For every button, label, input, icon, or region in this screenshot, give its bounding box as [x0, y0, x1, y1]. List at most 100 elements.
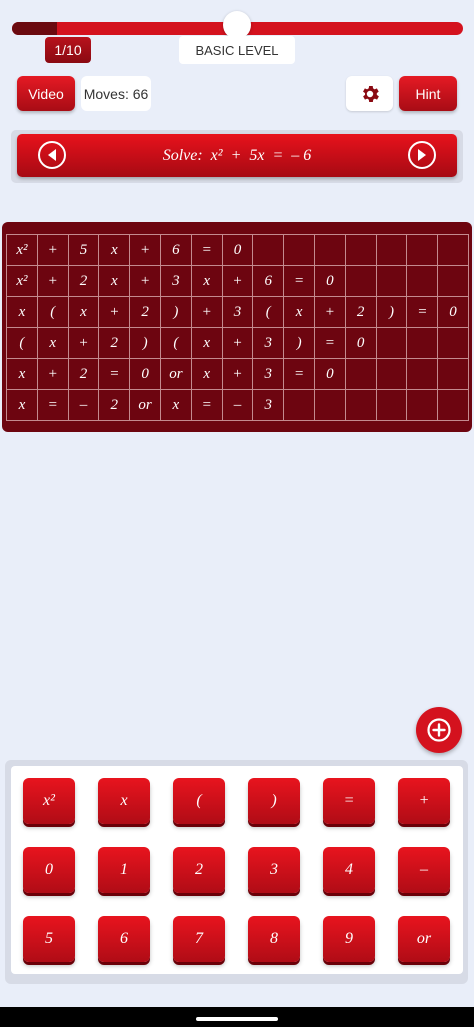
keypad-key[interactable]: + [398, 778, 450, 824]
grid-cell[interactable]: x [284, 297, 315, 328]
grid-cell[interactable]: x [68, 297, 100, 328]
grid-cell[interactable]: 2 [68, 359, 100, 390]
hint-button[interactable]: Hint [399, 76, 457, 111]
grid-cell[interactable]: ( [160, 328, 192, 359]
grid-cell[interactable]: 2 [99, 390, 131, 421]
home-indicator[interactable] [196, 1017, 278, 1021]
grid-cell[interactable]: + [222, 328, 254, 359]
grid-cell[interactable] [345, 390, 377, 421]
grid-cell[interactable]: + [314, 297, 346, 328]
grid-cell[interactable]: + [130, 235, 161, 266]
grid-cell[interactable] [438, 328, 469, 359]
grid-cell[interactable]: x [191, 359, 223, 390]
grid-cell[interactable]: 0 [130, 359, 161, 390]
grid-cell[interactable]: + [68, 328, 100, 359]
grid-cell[interactable]: x [37, 328, 69, 359]
grid-cell[interactable]: ) [284, 328, 315, 359]
keypad-key[interactable]: x² [23, 778, 75, 824]
settings-button[interactable] [346, 76, 393, 111]
grid-cell[interactable]: 2 [345, 297, 377, 328]
keypad-key[interactable]: 1 [98, 847, 150, 893]
keypad-key[interactable]: ) [248, 778, 300, 824]
grid-cell[interactable]: x [7, 390, 38, 421]
grid-cell[interactable]: – [222, 390, 254, 421]
grid-cell[interactable]: 2 [99, 328, 131, 359]
keypad-key[interactable]: 7 [173, 916, 225, 962]
keypad-key[interactable]: 2 [173, 847, 225, 893]
grid-cell[interactable]: 2 [68, 266, 100, 297]
next-problem-button[interactable] [408, 141, 436, 169]
grid-cell[interactable] [407, 328, 439, 359]
keypad-key[interactable]: 8 [248, 916, 300, 962]
grid-cell[interactable]: = [37, 390, 69, 421]
grid-cell[interactable] [438, 359, 469, 390]
grid-cell[interactable] [314, 235, 346, 266]
grid-cell[interactable] [438, 266, 469, 297]
grid-cell[interactable]: x² [7, 266, 38, 297]
grid-cell[interactable]: + [191, 297, 223, 328]
grid-cell[interactable] [438, 235, 469, 266]
grid-cell[interactable]: 3 [160, 266, 192, 297]
grid-cell[interactable]: ( [253, 297, 285, 328]
keypad-key[interactable]: 0 [23, 847, 75, 893]
grid-cell[interactable] [407, 266, 439, 297]
keypad-key[interactable]: 5 [23, 916, 75, 962]
grid-cell[interactable]: or [130, 390, 161, 421]
grid-cell[interactable]: 2 [130, 297, 161, 328]
grid-cell[interactable]: x² [7, 235, 38, 266]
grid-cell[interactable]: 0 [314, 359, 346, 390]
grid-cell[interactable]: or [160, 359, 192, 390]
grid-cell[interactable]: 5 [68, 235, 100, 266]
progress-knob[interactable] [223, 11, 251, 39]
grid-cell[interactable]: + [37, 359, 69, 390]
grid-cell[interactable] [407, 359, 439, 390]
grid-cell[interactable] [407, 390, 439, 421]
grid-cell[interactable]: x [99, 235, 131, 266]
grid-cell[interactable] [376, 359, 408, 390]
grid-cell[interactable]: – [68, 390, 100, 421]
video-button[interactable]: Video [17, 76, 75, 111]
grid-cell[interactable]: 6 [160, 235, 192, 266]
grid-cell[interactable]: ( [37, 297, 69, 328]
keypad-key[interactable]: ( [173, 778, 225, 824]
keypad-key[interactable]: 4 [323, 847, 375, 893]
keypad-key[interactable]: 9 [323, 916, 375, 962]
grid-cell[interactable]: = [407, 297, 439, 328]
grid-cell[interactable] [284, 235, 315, 266]
keypad-key[interactable]: or [398, 916, 450, 962]
grid-cell[interactable]: ) [130, 328, 161, 359]
keypad-key[interactable]: = [323, 778, 375, 824]
grid-cell[interactable] [407, 235, 439, 266]
grid-cell[interactable]: = [99, 359, 131, 390]
grid-cell[interactable]: x [99, 266, 131, 297]
grid-cell[interactable]: x [191, 266, 223, 297]
grid-cell[interactable]: ( [7, 328, 38, 359]
grid-cell[interactable] [253, 235, 285, 266]
keypad-key[interactable]: x [98, 778, 150, 824]
grid-cell[interactable] [284, 390, 315, 421]
grid-cell[interactable]: = [191, 390, 223, 421]
grid-cell[interactable] [376, 390, 408, 421]
grid-cell[interactable] [376, 266, 408, 297]
grid-cell[interactable]: x [191, 328, 223, 359]
add-row-button[interactable] [416, 707, 462, 753]
grid-cell[interactable] [314, 390, 346, 421]
grid-cell[interactable]: 3 [253, 328, 285, 359]
grid-cell[interactable]: = [284, 266, 315, 297]
keypad-key[interactable]: 6 [98, 916, 150, 962]
grid-cell[interactable]: + [37, 235, 69, 266]
grid-cell[interactable] [438, 390, 469, 421]
grid-cell[interactable] [345, 266, 377, 297]
grid-cell[interactable]: = [284, 359, 315, 390]
grid-cell[interactable]: 3 [253, 359, 285, 390]
grid-cell[interactable] [376, 235, 408, 266]
previous-problem-button[interactable] [38, 141, 66, 169]
grid-cell[interactable]: + [99, 297, 131, 328]
grid-cell[interactable]: = [314, 328, 346, 359]
grid-cell[interactable] [345, 359, 377, 390]
keypad-key[interactable]: 3 [248, 847, 300, 893]
grid-cell[interactable] [345, 235, 377, 266]
grid-cell[interactable]: ) [376, 297, 408, 328]
grid-cell[interactable]: 0 [314, 266, 346, 297]
grid-cell[interactable]: + [130, 266, 161, 297]
